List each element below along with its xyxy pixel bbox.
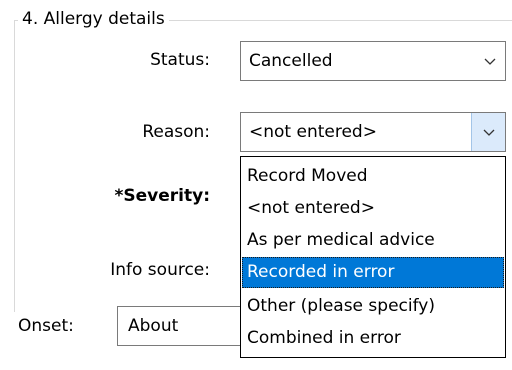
reason-option-record-moved[interactable]: Record Moved	[242, 161, 504, 192]
onset-label: Onset:	[18, 316, 74, 336]
status-combobox[interactable]: Cancelled	[240, 41, 506, 81]
reason-option-other[interactable]: Other (please specify)	[242, 291, 504, 322]
group-border-left	[14, 20, 15, 312]
reason-option-recorded-in-error[interactable]: Recorded in error	[242, 257, 504, 288]
reason-dropdown-list: Record Moved <not entered> As per medica…	[240, 156, 506, 358]
chevron-down-icon	[483, 129, 495, 136]
allergy-details-panel: 4. Allergy details Status: Cancelled Rea…	[0, 0, 512, 370]
reason-combobox[interactable]: <not entered>	[240, 112, 506, 152]
reason-value: <not entered>	[249, 122, 377, 142]
severity-label: *Severity:	[114, 186, 211, 206]
info-source-label: Info source:	[110, 260, 210, 280]
reason-option-as-per-medical-advice[interactable]: As per medical advice	[242, 225, 504, 256]
chevron-down-icon[interactable]	[481, 52, 499, 70]
reason-option-not-entered[interactable]: <not entered>	[242, 193, 504, 224]
onset-value: About	[128, 316, 179, 336]
reason-label: Reason:	[142, 122, 210, 142]
reason-option-combined-in-error[interactable]: Combined in error	[242, 323, 504, 354]
status-label: Status:	[150, 50, 210, 70]
status-value: Cancelled	[249, 51, 333, 71]
group-title: 4. Allergy details	[18, 6, 169, 32]
onset-field[interactable]: About	[117, 306, 257, 346]
reason-dropdown-button[interactable]	[471, 113, 505, 151]
